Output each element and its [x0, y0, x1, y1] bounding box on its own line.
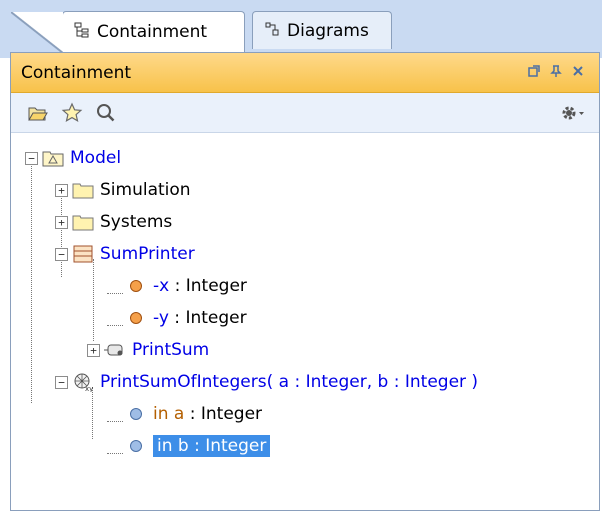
containment-tree-icon	[73, 21, 91, 43]
attribute-type: : Integer	[168, 308, 247, 328]
containment-panel: Containment − Model + Simulation + Syste…	[10, 52, 600, 511]
panel-title-bar: Containment	[11, 53, 599, 93]
tab-label: Containment	[97, 22, 208, 42]
attribute-icon	[125, 309, 147, 327]
parameter-icon	[125, 405, 147, 423]
collapse-toggle[interactable]: −	[55, 375, 68, 389]
block-class-icon	[72, 245, 94, 263]
gear-icon[interactable]	[555, 98, 589, 128]
tab-diagrams[interactable]: Diagrams	[252, 11, 392, 49]
tree-node-param-b[interactable]: in b : Integer	[125, 431, 271, 461]
parameter-icon	[125, 437, 147, 455]
tree-node-param-a[interactable]: in a : Integer	[125, 399, 262, 429]
model-package-icon	[42, 149, 64, 167]
tree-label: SumPrinter	[100, 244, 195, 264]
attribute-icon	[125, 277, 147, 295]
parameter-name: in a	[153, 404, 185, 424]
attribute-type: : Integer	[169, 276, 247, 296]
tree-node-simulation[interactable]: + Simulation	[55, 175, 191, 205]
tree-label: PrintSumOfIntegers( a : Integer, b : Int…	[100, 372, 479, 392]
containment-tree: − Model + Simulation + Systems − SumPrin…	[11, 135, 599, 510]
svg-text:xy: xy	[85, 385, 93, 392]
activity-operation-icon: xy	[72, 373, 94, 392]
tree-node-printsum[interactable]: + PrintSum	[87, 335, 209, 365]
close-icon[interactable]	[567, 64, 589, 82]
tab-label: Diagrams	[287, 20, 369, 41]
editor-tab-strip: Containment Diagrams	[0, 0, 602, 58]
tree-node-attribute-x[interactable]: -x : Integer	[125, 271, 247, 301]
package-folder-icon	[72, 181, 94, 199]
tree-label: PrintSum	[132, 340, 210, 360]
attribute-name: -y	[153, 308, 169, 328]
tree-node-operation[interactable]: − xy PrintSumOfIntegers( a : Integer, b …	[55, 367, 478, 397]
tree-node-attribute-y[interactable]: -y : Integer	[125, 303, 247, 333]
expand-toggle[interactable]: +	[55, 215, 68, 229]
tree-label-selected: in b : Integer	[153, 435, 271, 457]
tab-containment[interactable]: Containment	[11, 11, 245, 53]
tree-node-sumprinter[interactable]: − SumPrinter	[55, 239, 195, 269]
operation-action-icon	[104, 341, 126, 359]
tree-label: Simulation	[100, 180, 191, 200]
panel-title: Containment	[21, 62, 132, 83]
expand-toggle[interactable]: +	[87, 343, 100, 357]
tree-node-systems[interactable]: + Systems	[55, 207, 172, 237]
panel-toolbar	[11, 93, 599, 133]
package-folder-icon	[72, 213, 94, 231]
expand-toggle[interactable]: +	[55, 183, 68, 197]
search-icon[interactable]	[89, 98, 123, 128]
tree-node-model[interactable]: − Model	[25, 143, 121, 173]
tree-label: Model	[70, 148, 122, 168]
attribute-name: -x	[153, 276, 170, 296]
collapse-toggle[interactable]: −	[25, 151, 38, 165]
parameter-type: : Integer	[184, 404, 263, 424]
collapse-toggle[interactable]: −	[55, 247, 68, 261]
open-folder-icon[interactable]	[21, 98, 55, 128]
star-icon[interactable]	[55, 98, 89, 128]
diagram-icon	[263, 20, 281, 42]
pin-icon[interactable]	[545, 64, 567, 82]
tree-label: Systems	[100, 212, 173, 232]
restore-icon[interactable]	[523, 64, 545, 82]
